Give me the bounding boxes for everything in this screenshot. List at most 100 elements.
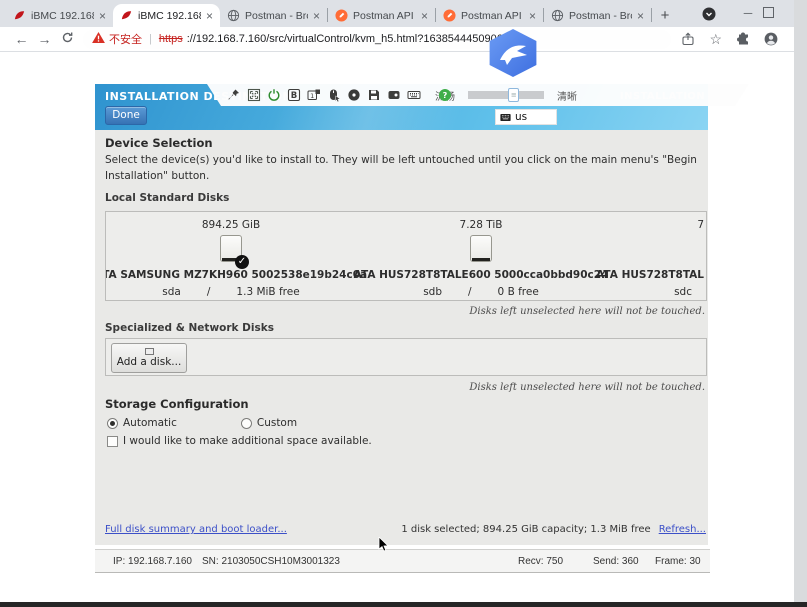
status-recv: Recv: 750	[518, 556, 563, 567]
specialized-disks-panel: Add a disk...	[105, 338, 707, 376]
custom-radio[interactable]	[241, 418, 252, 429]
disk-name: ATA HUS728T8TALE600 5000cca0bbd90c24	[354, 269, 609, 286]
slider-sharp-label: 清晰	[557, 88, 577, 103]
storage-configuration-title: Storage Configuration	[105, 397, 249, 411]
security-warning-icon	[92, 32, 105, 46]
disk-mount: /	[207, 286, 211, 298]
quality-slider[interactable]: ≡	[468, 91, 544, 99]
url-scheme: https	[159, 33, 183, 45]
unselected-disks-note: Disks left unselected here will not be t…	[469, 382, 705, 393]
tab-postman-browser-2[interactable]: Postman - Browse... ×	[544, 4, 651, 27]
disk-sdc[interactable]: 7 ATA HUS728T8TAL sdc	[586, 219, 704, 298]
status-sn: SN: 2103050CSH10M3001323	[202, 556, 340, 567]
browser-tab-strip: iBMC 192.168.7.16... × iBMC 192.168.7.16…	[0, 0, 794, 27]
tab-close-icon[interactable]: ×	[637, 9, 644, 23]
additional-space-label: I would like to make additional space av…	[123, 435, 372, 447]
share-icon[interactable]	[681, 32, 695, 46]
refresh-link[interactable]: Refresh...	[659, 524, 706, 535]
tab-title: Postman API Platfo...	[461, 10, 524, 22]
disk-device: sdb	[423, 286, 442, 298]
postman-favicon-icon	[335, 9, 348, 22]
tab-title: Postman - Browse...	[569, 10, 632, 22]
profile-avatar-icon[interactable]	[764, 32, 778, 46]
disk-selected-check-icon: ✓	[235, 255, 249, 269]
disk-size: 7.28 TiB	[460, 219, 503, 235]
url-divider: |	[149, 33, 152, 45]
selection-summary-group: 1 disk selected; 894.25 GiB capacity; 1.…	[401, 524, 706, 535]
back-icon[interactable]: ←	[10, 31, 33, 47]
svg-text:?: ?	[443, 91, 448, 100]
tab-postman-api-1[interactable]: Postman API Platfo... ×	[328, 4, 435, 27]
omnibox[interactable]: 不安全 | https://192.168.7.160/src/virtualC…	[83, 30, 671, 49]
tab-close-icon[interactable]: ×	[421, 9, 428, 23]
add-disk-label: Add a disk...	[117, 356, 182, 368]
specialized-disks-label: Specialized & Network Disks	[105, 322, 274, 334]
forward-icon[interactable]: →	[33, 31, 56, 47]
disk-details: sda / 1.3 MiB free	[162, 286, 299, 298]
kvm-status-bar: IP: 192.168.7.160 SN: 2103050CSH10M30013…	[95, 549, 710, 573]
disk-device: sda	[162, 286, 181, 298]
pin-icon[interactable]	[227, 88, 241, 102]
automatic-radio[interactable]	[107, 418, 118, 429]
help-question-icon[interactable]: ?	[438, 88, 452, 102]
numeric-keypad-icon[interactable]: 1	[307, 88, 321, 102]
svg-text:1: 1	[310, 92, 314, 100]
tab-close-icon[interactable]: ×	[206, 9, 213, 23]
disk-device: sdc	[674, 286, 692, 298]
local-disks-label: Local Standard Disks	[105, 192, 229, 204]
tab-ibmc-1[interactable]: iBMC 192.168.7.16... ×	[6, 4, 113, 27]
done-button[interactable]: Done	[105, 106, 147, 125]
new-tab-button[interactable]: +	[652, 4, 678, 27]
window-maximize-button[interactable]	[763, 7, 774, 18]
disk-icon-wrap: ✓	[220, 235, 242, 269]
keyboard-layout-icon	[500, 113, 511, 122]
power-icon[interactable]	[267, 88, 281, 102]
tab-close-icon[interactable]: ×	[529, 9, 536, 23]
fullscreen-icon[interactable]	[247, 88, 261, 102]
additional-space-checkbox[interactable]	[107, 436, 118, 447]
tab-ibmc-2-active[interactable]: iBMC 192.168.7.16... ×	[113, 4, 220, 27]
tab-title: Postman API Platfo...	[353, 10, 416, 22]
browser-media-circle-icon[interactable]	[702, 7, 716, 21]
browser-address-bar: ← → 不安全 | https://192.168.7.160/src/virt…	[0, 27, 794, 52]
screen-record-icon[interactable]	[387, 88, 401, 102]
ibmc-favicon-icon	[13, 9, 26, 22]
keyboard-layout-value: us	[515, 111, 527, 123]
screenshot-root: iBMC 192.168.7.16... × iBMC 192.168.7.16…	[0, 0, 807, 607]
bookmark-star-icon[interactable]: ☆	[709, 32, 722, 46]
desktop-right-edge	[794, 0, 807, 602]
add-disk-button[interactable]: Add a disk...	[111, 343, 187, 373]
tab-title: iBMC 192.168.7.16...	[31, 10, 94, 22]
mouse-icon[interactable]	[327, 88, 341, 102]
disk-sdb[interactable]: 7.28 TiB ATA HUS728T8TALE600 5000cca0bbd…	[356, 212, 606, 300]
add-disk-drive-icon	[145, 348, 154, 355]
virtual-keyboard-icon[interactable]	[407, 88, 421, 102]
tab-postman-api-2[interactable]: Postman API Platfo... ×	[436, 4, 543, 27]
tab-title: Postman - Browse...	[245, 10, 308, 22]
section-description: Select the device(s) you'd like to insta…	[105, 152, 721, 185]
key-b-icon[interactable]: B	[287, 88, 301, 102]
kvm-toolbar: B 1 流畅 ≡ 清晰 ?	[207, 84, 749, 106]
disk-sda[interactable]: 894.25 GiB ✓ ATA SAMSUNG MZ7KH960 500253…	[106, 212, 356, 300]
selection-summary: 1 disk selected; 894.25 GiB capacity; 1.…	[401, 524, 650, 535]
kvm-app-logo-icon	[486, 29, 540, 82]
disk-name: ATA HUS728T8TAL	[596, 269, 704, 286]
tab-close-icon[interactable]: ×	[313, 9, 320, 23]
help-icon[interactable]	[365, 88, 379, 102]
keyboard-layout-indicator[interactable]: us	[495, 109, 557, 125]
address-bar-actions: ☆	[681, 32, 778, 46]
disk-details: sdb / 0 B free	[423, 286, 539, 298]
disc-icon[interactable]	[347, 88, 361, 102]
slider-handle[interactable]: ≡	[508, 88, 519, 102]
postman-favicon-icon	[443, 9, 456, 22]
tab-close-icon[interactable]: ×	[99, 9, 106, 23]
tab-postman-browser-1[interactable]: Postman - Browse... ×	[220, 4, 327, 27]
full-disk-summary-link[interactable]: Full disk summary and boot loader...	[105, 524, 287, 535]
globe-favicon-icon	[551, 9, 564, 22]
extensions-puzzle-icon[interactable]	[736, 32, 750, 46]
unselected-disks-note: Disks left unselected here will not be t…	[469, 306, 705, 317]
local-disks-panel: 894.25 GiB ✓ ATA SAMSUNG MZ7KH960 500253…	[105, 211, 707, 301]
refresh-icon[interactable]	[56, 31, 79, 47]
window-minimize-button[interactable]: ─	[736, 2, 760, 24]
disk-details: sdc	[674, 286, 692, 298]
